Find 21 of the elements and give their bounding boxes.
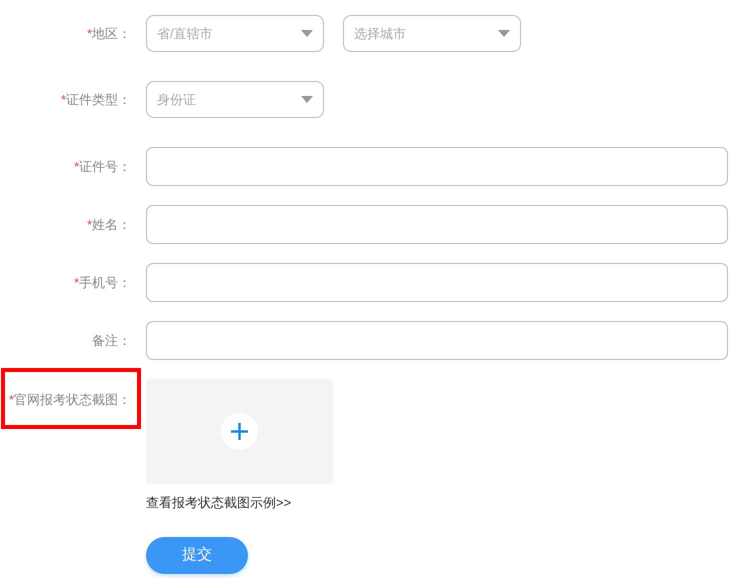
- field-label: *证件类型：: [60, 90, 131, 109]
- caret-icon: [301, 30, 313, 37]
- submit-button[interactable]: 提交: [146, 536, 248, 574]
- plus-icon: [221, 413, 258, 450]
- caret-icon: [301, 96, 313, 103]
- example-link[interactable]: 查看报考状态截图示例>>: [146, 493, 333, 512]
- dropdown[interactable]: 省/直辖市: [146, 15, 324, 52]
- input-field[interactable]: [146, 205, 728, 244]
- field-label: *证件号：: [74, 158, 131, 176]
- dropdown[interactable]: 选择城市: [343, 15, 521, 52]
- input-field[interactable]: [146, 147, 728, 186]
- field-label: *手机号：: [74, 274, 131, 292]
- field-label: *地区：: [86, 24, 131, 43]
- input-field[interactable]: [146, 321, 728, 360]
- field-label: 备注：: [92, 332, 131, 350]
- field-label: *姓名：: [86, 216, 131, 234]
- field-label: *官网报考状态截图：: [8, 391, 131, 409]
- upload-area[interactable]: [146, 379, 333, 484]
- dropdown[interactable]: 身份证: [146, 81, 324, 118]
- caret-icon: [498, 30, 510, 37]
- input-field[interactable]: [146, 263, 728, 302]
